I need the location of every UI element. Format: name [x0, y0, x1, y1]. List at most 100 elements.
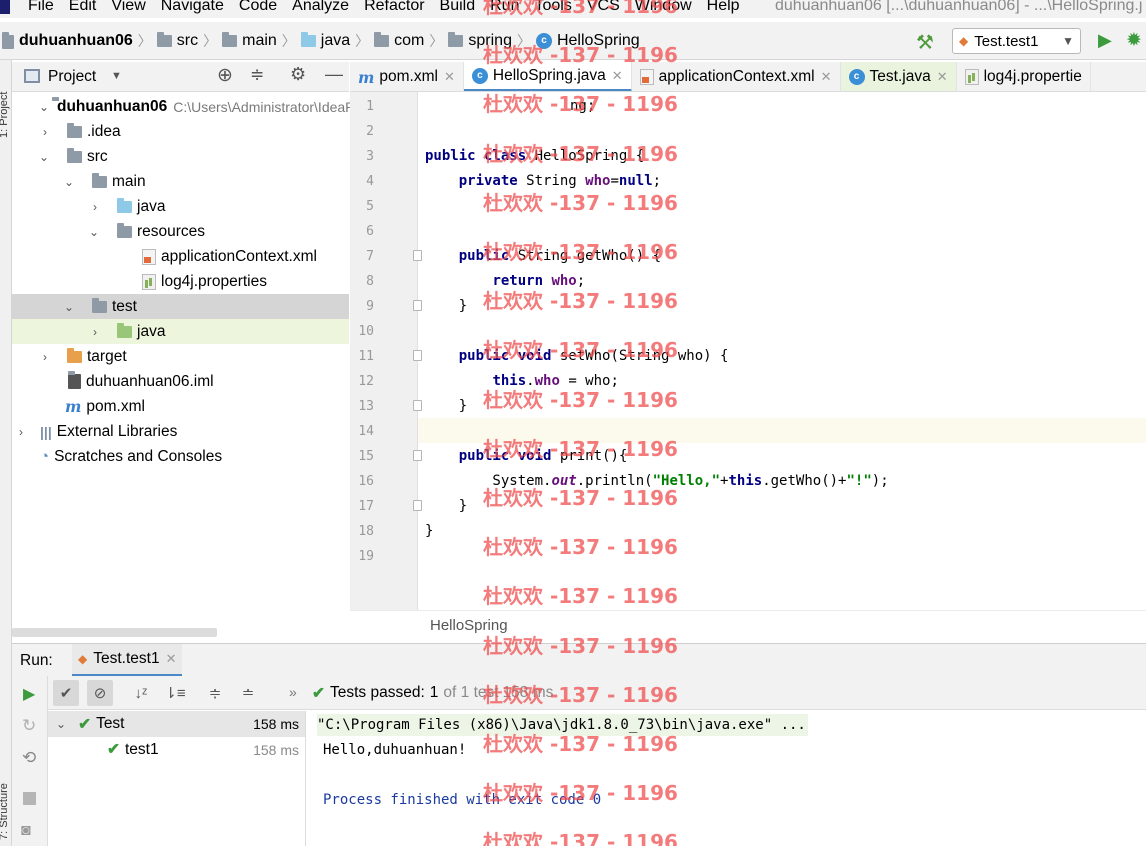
- chevron-down-icon: ⌄: [38, 99, 50, 114]
- tree-item-target[interactable]: › target: [12, 344, 349, 369]
- close-icon[interactable]: ✕: [166, 651, 177, 667]
- close-icon[interactable]: ✕: [821, 69, 832, 85]
- tree-item-iml[interactable]: duhuanhuan06.iml: [12, 369, 349, 394]
- breadcrumb-class[interactable]: HelloSpring: [557, 32, 640, 50]
- camera-icon[interactable]: ◙: [21, 822, 31, 840]
- sort-by-duration-icon[interactable]: ⇂≡: [162, 680, 188, 706]
- horizontal-scrollbar[interactable]: [12, 628, 217, 637]
- rerun-icon[interactable]: ▶: [23, 684, 35, 704]
- menu-item-code[interactable]: Code: [232, 0, 285, 17]
- tree-item-pom[interactable]: m pom.xml: [12, 394, 349, 419]
- test-folder-icon: [117, 322, 132, 338]
- fold-marker-icon[interactable]: [413, 250, 422, 261]
- editor-tab-bar: m pom.xml ✕ c HelloSpring.java ✕ applica…: [350, 62, 1146, 92]
- tree-item-scratches[interactable]: ◔ Scratches and Consoles: [12, 444, 349, 469]
- menu-item-file[interactable]: File: [0, 0, 62, 17]
- fold-marker-icon[interactable]: [413, 300, 422, 311]
- tree-item-test-java[interactable]: › java: [12, 319, 349, 344]
- fold-marker-icon[interactable]: [413, 450, 422, 461]
- code-line-17: }: [425, 498, 468, 514]
- editor-breadcrumb[interactable]: HelloSpring: [430, 617, 508, 634]
- project-view-title[interactable]: Project: [48, 68, 96, 86]
- breadcrumb-main[interactable]: main: [242, 32, 277, 50]
- gear-icon[interactable]: ⚙: [290, 64, 306, 85]
- debug-icon[interactable]: ✹: [1126, 29, 1142, 52]
- fold-marker-icon[interactable]: [413, 500, 422, 511]
- fold-marker-icon[interactable]: [413, 350, 422, 361]
- test-suite-row[interactable]: ⌄ ✔ Test 158 ms: [48, 711, 305, 737]
- fold-marker-icon[interactable]: [413, 400, 422, 411]
- test-case-row[interactable]: ✔ test1 158 ms: [48, 737, 305, 762]
- tree-item-label: src: [87, 147, 108, 165]
- console-output[interactable]: "C:\Program Files (x86)\Java\jdk1.8.0_73…: [307, 711, 1146, 846]
- menu-item-view[interactable]: View: [104, 0, 153, 17]
- close-icon[interactable]: ✕: [612, 68, 623, 84]
- hide-icon[interactable]: —: [325, 64, 343, 85]
- tree-item-application-context[interactable]: applicationContext.xml: [12, 244, 349, 269]
- tab-application-context[interactable]: applicationContext.xml ✕: [632, 62, 841, 91]
- menu-item-refactor[interactable]: Refactor: [357, 0, 432, 17]
- menu-item-run[interactable]: Run: [483, 0, 527, 17]
- menu-item-window[interactable]: Window: [628, 0, 700, 17]
- tree-item-main[interactable]: ⌄ main: [12, 169, 349, 194]
- tree-item-resources[interactable]: ⌄ resources: [12, 219, 349, 244]
- run-config-label: Test.test1: [974, 32, 1039, 50]
- line-number: 2: [366, 124, 374, 139]
- chevron-right-icon: 〉: [137, 33, 152, 49]
- breadcrumb-java[interactable]: java: [321, 32, 350, 50]
- sort-alphabetically-icon[interactable]: ↓ᶻ: [128, 680, 154, 706]
- tab-test-java[interactable]: c Test.java ✕: [840, 62, 957, 91]
- tree-item-idea[interactable]: › .idea: [12, 119, 349, 144]
- chevron-right-icon: 〉: [516, 33, 531, 49]
- show-passed-icon[interactable]: ✔: [53, 680, 79, 706]
- build-hammer-icon[interactable]: ⚒: [916, 30, 934, 55]
- menu-item-build[interactable]: Build: [433, 0, 484, 17]
- breadcrumb-com[interactable]: com: [394, 32, 424, 50]
- menu-item-navigate[interactable]: Navigate: [154, 0, 232, 17]
- tree-item-main-java[interactable]: › java: [12, 194, 349, 219]
- tab-log4j-properties[interactable]: log4j.propertie: [957, 62, 1091, 91]
- breadcrumb-src[interactable]: src: [177, 32, 198, 50]
- menu-item-edit[interactable]: Edit: [62, 0, 105, 17]
- run-tab[interactable]: ◆ Test.test1 ✕: [72, 644, 183, 677]
- breadcrumb-spring[interactable]: spring: [468, 32, 512, 50]
- tree-item-log4j[interactable]: log4j.properties: [12, 269, 349, 294]
- locate-icon[interactable]: ⊕: [217, 64, 233, 87]
- tree-item-src[interactable]: ⌄ src: [12, 144, 349, 169]
- stop-icon[interactable]: [23, 792, 36, 805]
- chevron-down-icon[interactable]: ▼: [111, 70, 122, 82]
- menu-item-tools[interactable]: Tools: [527, 0, 579, 17]
- left-tool-strip: 1: Project 7: Structure: [0, 60, 12, 846]
- expand-all-icon[interactable]: ≑: [202, 680, 228, 706]
- close-icon[interactable]: ✕: [937, 69, 948, 85]
- show-ignored-icon[interactable]: ⊘: [87, 680, 113, 706]
- folder-icon: [67, 122, 82, 138]
- toggle-auto-test-icon[interactable]: ⟲: [22, 748, 36, 768]
- structure-tool-button[interactable]: 7: Structure: [0, 760, 12, 840]
- more-actions-icon[interactable]: »: [289, 684, 297, 700]
- menu-item-vcs[interactable]: VCS: [580, 0, 628, 17]
- close-icon[interactable]: ✕: [444, 69, 455, 85]
- chevron-right-icon: ›: [93, 324, 97, 339]
- code-line-7: public String getWho() {: [458, 248, 662, 264]
- tab-label: Test.java: [869, 68, 931, 85]
- breadcrumb-project[interactable]: duhuanhuan06: [19, 32, 133, 50]
- run-configuration-select[interactable]: ◆ Test.test1 ▼: [952, 28, 1081, 54]
- check-icon: ✔: [78, 715, 92, 733]
- tab-hellospring-java[interactable]: c HelloSpring.java ✕: [463, 62, 632, 91]
- rerun-failed-icon[interactable]: ↻: [22, 716, 36, 736]
- menu-item-analyze[interactable]: Analyze: [285, 0, 357, 17]
- run-tab-label: Test.test1: [93, 650, 160, 667]
- line-number: 5: [366, 199, 374, 214]
- tree-item-test[interactable]: ⌄ test: [12, 294, 349, 319]
- run-icon[interactable]: ▶: [1098, 30, 1112, 51]
- tab-pom-xml[interactable]: m pom.xml ✕: [350, 62, 464, 91]
- tree-item-project-root[interactable]: ⌄ duhuanhuan06 C:\Users\Administrator\Id…: [12, 94, 493, 119]
- collapse-all-icon[interactable]: ≑: [250, 65, 264, 85]
- collapse-all-icon[interactable]: ≐: [235, 680, 261, 706]
- code-line-13: }: [425, 398, 468, 414]
- tree-item-external-libraries[interactable]: › ||| External Libraries: [12, 419, 349, 444]
- project-tool-button[interactable]: 1: Project: [0, 68, 12, 138]
- source-folder-icon: [117, 197, 132, 213]
- menu-item-help[interactable]: Help: [700, 0, 748, 17]
